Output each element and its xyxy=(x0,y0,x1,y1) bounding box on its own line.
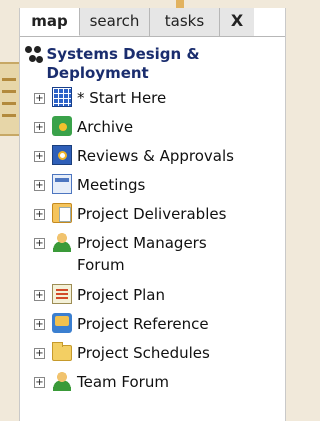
tree-items: + * Start Here + Archive + Reviews & App… xyxy=(20,87,285,400)
tree-root[interactable]: Systems Design & Deployment xyxy=(20,37,285,83)
expand-button[interactable]: + xyxy=(34,209,45,220)
tree-item-label: Reviews & Approvals xyxy=(77,147,234,165)
tree-item-label: * Start Here xyxy=(77,89,167,107)
calendar-check-icon xyxy=(52,145,72,165)
tree-item-project-reference[interactable]: + Project Reference xyxy=(20,313,285,342)
expand-button[interactable]: + xyxy=(34,319,45,330)
background-decoration xyxy=(176,0,184,8)
close-button[interactable]: X xyxy=(220,8,254,36)
person-icon xyxy=(52,232,72,252)
tree-item-reviews-approvals[interactable]: + Reviews & Approvals xyxy=(20,145,285,174)
expand-button[interactable]: + xyxy=(34,93,45,104)
tab-search[interactable]: search xyxy=(80,8,150,36)
expand-button[interactable]: + xyxy=(34,238,45,249)
tree-item-meetings[interactable]: + Meetings xyxy=(20,174,285,203)
grid-icon xyxy=(52,87,72,107)
reference-icon xyxy=(52,313,72,333)
tree-item-label: Project Reference xyxy=(77,315,209,333)
tab-tasks[interactable]: tasks xyxy=(150,8,220,36)
tree-item-label: Archive xyxy=(77,118,134,136)
tree-item-label: Project Schedules xyxy=(77,344,210,362)
tree-item-project-schedules[interactable]: + Project Schedules xyxy=(20,342,285,371)
tree-item-label: Team Forum xyxy=(77,373,169,391)
network-icon xyxy=(25,46,43,64)
tab-map[interactable]: map xyxy=(20,8,80,36)
expand-button[interactable]: + xyxy=(34,180,45,191)
tree-item-project-managers-forum[interactable]: + Project Managers Forum xyxy=(20,232,285,284)
tree-item-team-forum[interactable]: + Team Forum xyxy=(20,371,285,400)
expand-button[interactable]: + xyxy=(34,290,45,301)
expand-button[interactable]: + xyxy=(34,151,45,162)
tree-item-label: Project Managers Forum xyxy=(77,234,207,274)
folder-icon xyxy=(52,342,72,361)
expand-button[interactable]: + xyxy=(34,377,45,388)
plan-icon xyxy=(52,284,72,304)
documents-icon xyxy=(52,203,72,223)
tree-item-label: Project Deliverables xyxy=(77,205,227,223)
tree-item-archive[interactable]: + Archive xyxy=(20,116,285,145)
person-icon xyxy=(52,371,72,391)
navigation-panel: map search tasks X Systems Design & Depl… xyxy=(19,8,286,421)
calendar-icon xyxy=(52,174,72,194)
tab-bar: map search tasks X xyxy=(20,8,285,37)
tree-item-label: Meetings xyxy=(77,176,146,194)
tree-item-project-deliverables[interactable]: + Project Deliverables xyxy=(20,203,285,232)
tree-item-label: Project Plan xyxy=(77,286,166,304)
archive-icon xyxy=(52,116,72,136)
tree-root-label: Systems Design & Deployment xyxy=(46,45,200,82)
expand-button[interactable]: + xyxy=(34,348,45,359)
tree-item-project-plan[interactable]: + Project Plan xyxy=(20,284,285,313)
tree-item-start-here[interactable]: + * Start Here xyxy=(20,87,285,116)
expand-button[interactable]: + xyxy=(34,122,45,133)
